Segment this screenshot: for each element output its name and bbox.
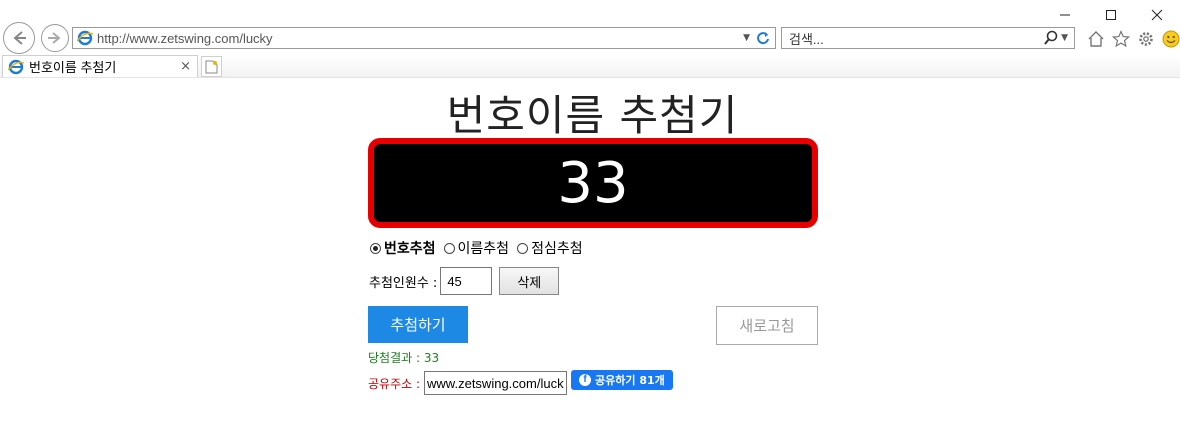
- window-controls: [1042, 4, 1180, 26]
- search-input[interactable]: 검색...: [789, 29, 1043, 48]
- mode-name[interactable]: 이름추첨: [443, 238, 510, 258]
- maximize-icon[interactable]: [1088, 4, 1134, 26]
- count-input[interactable]: [440, 267, 493, 295]
- tab-strip: 번호이름 추첨기 ×: [0, 55, 1180, 78]
- search-dropdown-icon[interactable]: ▼: [1061, 33, 1068, 43]
- mode-lunch[interactable]: 점심추첨: [517, 238, 583, 258]
- result-text: 당첨결과 : 33: [368, 351, 440, 365]
- radio-lunch[interactable]: [517, 242, 529, 254]
- minimize-icon[interactable]: [1042, 4, 1088, 26]
- facebook-icon: f: [579, 374, 592, 386]
- mode-name-label: 이름추첨: [457, 241, 510, 257]
- url-text: http://www.zetswing.com/lucky: [97, 30, 273, 46]
- new-tab-icon: [205, 60, 218, 73]
- mode-lunch-label: 점심추첨: [531, 241, 583, 257]
- settings-gear-icon[interactable]: [1136, 29, 1156, 49]
- facebook-share-label: 공유하기 81개: [595, 374, 665, 387]
- tab-title: 번호이름 추첨기: [29, 60, 117, 75]
- smiley-feedback-icon[interactable]: [1161, 29, 1180, 49]
- mode-number-label: 번호추첨: [384, 241, 436, 257]
- display-number: 33: [557, 150, 629, 216]
- result-display: 33: [368, 138, 818, 228]
- toolbar-icons: [1086, 29, 1180, 49]
- share-label: 공유주소 :: [368, 376, 421, 391]
- mode-selector: 번호추첨 이름추첨 점심추첨: [370, 238, 591, 258]
- count-label: 추첨인원수 :: [369, 275, 438, 291]
- radio-name[interactable]: [443, 242, 455, 254]
- arrow-right-icon: [48, 32, 61, 44]
- count-row: 추첨인원수 : 삭제: [369, 267, 560, 295]
- refresh-button[interactable]: 새로고침: [716, 306, 818, 345]
- search-icon[interactable]: [1043, 30, 1059, 46]
- address-bar[interactable]: http://www.zetswing.com/lucky ▼: [72, 27, 776, 49]
- arrow-left-icon: [13, 31, 26, 45]
- tab-active[interactable]: 번호이름 추첨기 ×: [2, 55, 198, 77]
- search-bar[interactable]: 검색... ▼: [781, 27, 1075, 49]
- ie-logo-icon: [77, 30, 93, 46]
- favorites-star-icon[interactable]: [1111, 29, 1131, 49]
- new-tab-button[interactable]: [201, 56, 222, 77]
- refresh-icon[interactable]: [756, 31, 770, 45]
- draw-button[interactable]: 추첨하기: [368, 306, 468, 343]
- mode-number[interactable]: 번호추첨: [370, 238, 436, 258]
- back-button[interactable]: [3, 22, 35, 54]
- radio-number[interactable]: [370, 242, 381, 254]
- ie-tab-icon: [8, 59, 24, 75]
- tab-close-icon[interactable]: ×: [180, 59, 191, 74]
- page-title: 번호이름 추첨기: [446, 91, 739, 140]
- forward-button[interactable]: [41, 24, 69, 52]
- home-icon[interactable]: [1086, 29, 1106, 49]
- dropdown-icon[interactable]: ▼: [743, 33, 750, 43]
- share-url-input[interactable]: [424, 371, 568, 395]
- close-window-icon[interactable]: [1134, 4, 1180, 26]
- share-row: 공유주소 : f 공유하기 81개: [368, 370, 673, 395]
- delete-button[interactable]: 삭제: [499, 267, 560, 295]
- facebook-share-button[interactable]: f 공유하기 81개: [571, 370, 673, 390]
